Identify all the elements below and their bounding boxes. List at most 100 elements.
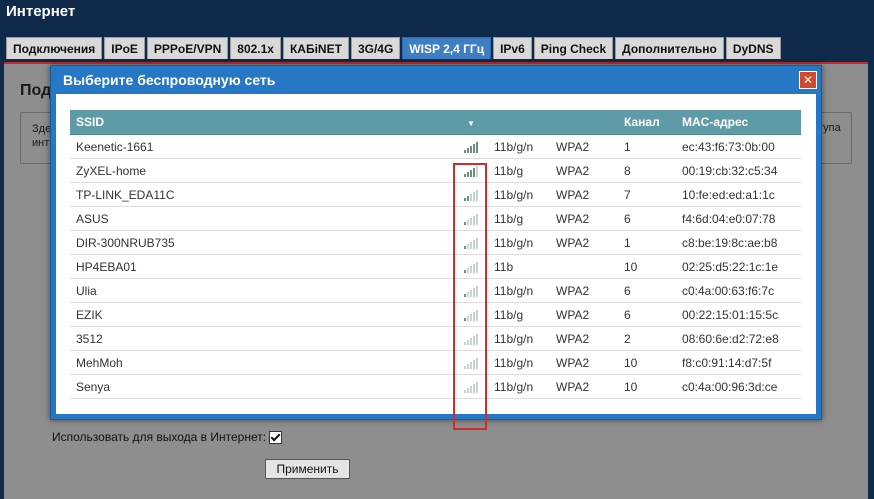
close-icon[interactable]: ✕ [799,71,817,89]
signal-bar [476,382,478,394]
dialog-body: SSID ▼ Канал MAC-адрес Keenetic-1661 11b/… [56,94,816,430]
security-cell: WPA2 [550,302,618,327]
ssid-cell: TP-LINK_EDA11C [70,182,454,207]
table-row[interactable]: Senya 11b/g/n WPA2 10 c0:4a:00:96:3d:ce [70,374,801,399]
channel-cell: 6 [618,278,676,303]
signal-bar [467,340,469,346]
signal-cell [454,134,488,159]
signal-cell [454,158,488,183]
signal-bar [470,386,472,394]
info-text-left: Зде инт [32,122,51,150]
signal-bar [470,314,472,322]
signal-bar [476,166,478,178]
table-row[interactable]: MehMoh 11b/g/n WPA2 10 f8:c0:91:14:d7:5f [70,350,801,375]
info-text-line-2: инт [32,137,50,149]
signal-cell [454,254,488,279]
use-internet-row: Использовать для выхода в Интернет: [52,430,283,444]
signal-bar [473,336,475,346]
signal-bar [470,266,472,274]
mac-cell: 00:22:15:01:15:5c [676,302,801,327]
security-cell: WPA2 [550,326,618,351]
signal-strength-icon [464,381,478,394]
tab-3[interactable]: 802.1x [230,37,281,59]
tab-6[interactable]: WISP 2,4 ГГц [402,37,492,59]
tab-1[interactable]: IPoE [104,37,145,59]
signal-bar [470,362,472,370]
signal-cell [454,182,488,207]
tab-8[interactable]: Ping Check [533,37,614,59]
table-row[interactable]: HP4EBA01 11b 10 02:25:d5:22:1c:1e [70,254,801,279]
table-row[interactable]: ZyXEL-home 11b/g WPA2 8 00:19:cb:32:c5:34 [70,158,801,183]
table-row[interactable]: Keenetic-1661 11b/g/n WPA2 1 ec:43:f6:73:0b:… [70,134,801,159]
security-cell: WPA2 [550,206,618,231]
tab-10[interactable]: DyDNS [725,37,781,59]
mode-cell: 11b/g [488,206,550,231]
column-ssid[interactable]: SSID [70,110,454,135]
signal-bar [476,358,478,370]
signal-bar [476,142,478,154]
channel-cell: 10 [618,254,676,279]
mode-cell: 11b/g [488,302,550,327]
column-signal[interactable]: ▼ [454,110,488,135]
channel-cell: 1 [618,230,676,255]
signal-bar [470,218,472,226]
signal-bar [464,294,466,298]
tab-0[interactable]: Подключения [6,37,103,59]
signal-bar [473,192,475,202]
mode-cell: 11b/g/n [488,278,550,303]
security-cell: WPA2 [550,182,618,207]
signal-bar [473,288,475,298]
signal-bar [476,262,478,274]
mac-cell: 10:fe:ed:ed:a1:1c [676,182,801,207]
column-channel[interactable]: Канал [618,110,676,135]
signal-bar [464,174,466,178]
signal-bar [473,360,475,370]
mode-cell: 11b/g [488,158,550,183]
table-row[interactable]: TP-LINK_EDA11C 11b/g/n WPA2 7 10:fe:ed:ed:a1… [70,182,801,207]
tab-5[interactable]: 3G/4G [350,37,401,59]
mac-cell: ec:43:f6:73:0b:00 [676,134,801,159]
signal-strength-icon [464,261,478,274]
table-row[interactable]: 3512 11b/g/n WPA2 2 08:60:6e:d2:72:e8 [70,326,801,351]
column-mac[interactable]: MAC-адрес [676,110,801,135]
tab-2[interactable]: PPPoE/VPN [146,37,229,59]
table-row[interactable]: DIR-300NRUB735 11b/g/n WPA2 1 c8:be:19:8c:ae… [70,230,801,255]
signal-bar [470,170,472,178]
channel-cell: 8 [618,158,676,183]
wifi-select-dialog: Выберите беспроводную сеть ✕ SSID ▼ Кана… [50,65,822,430]
security-cell: WPA2 [550,134,618,159]
signal-bar [467,292,469,298]
mode-cell: 11b/g/n [488,374,550,399]
column-security[interactable] [550,110,618,135]
signal-bar [473,240,475,250]
signal-strength-icon [464,357,478,370]
signal-cell [454,230,488,255]
mode-cell: 11b/g/n [488,326,550,351]
use-internet-checkbox[interactable] [269,430,283,444]
signal-bar [467,172,469,178]
tab-bar: Подключения IPoE PPPoE/VPN 802.1x КАБiNET 3G/… [6,37,781,59]
ssid-cell: Keenetic-1661 [70,134,454,159]
column-mode[interactable] [488,110,550,135]
ssid-cell: DIR-300NRUB735 [70,230,454,255]
signal-bar [464,198,466,202]
signal-bar [476,334,478,346]
signal-bar [467,316,469,322]
tab-7[interactable]: IPv6 [493,37,532,59]
ssid-cell: ASUS [70,206,454,231]
signal-bar [476,238,478,250]
table-row[interactable]: Ulia 11b/g/n WPA2 6 c0:4a:00:63:f6:7c [70,278,801,303]
signal-bar [476,190,478,202]
table-row[interactable]: EZIK 11b/g WPA2 6 00:22:15:01:15:5c [70,302,801,327]
signal-bar [467,196,469,202]
ssid-cell: HP4EBA01 [70,254,454,279]
dialog-title: Выберите беспроводную сеть [63,72,276,88]
apply-button[interactable]: Применить [265,459,350,479]
signal-bar [476,286,478,298]
table-row[interactable]: ASUS 11b/g WPA2 6 f4:6d:04:e0:07:78 [70,206,801,231]
tab-9[interactable]: Дополнительно [615,37,724,59]
channel-cell: 1 [618,134,676,159]
tab-4[interactable]: КАБiNET [282,37,349,59]
security-cell [550,254,618,279]
signal-bar [464,318,466,322]
